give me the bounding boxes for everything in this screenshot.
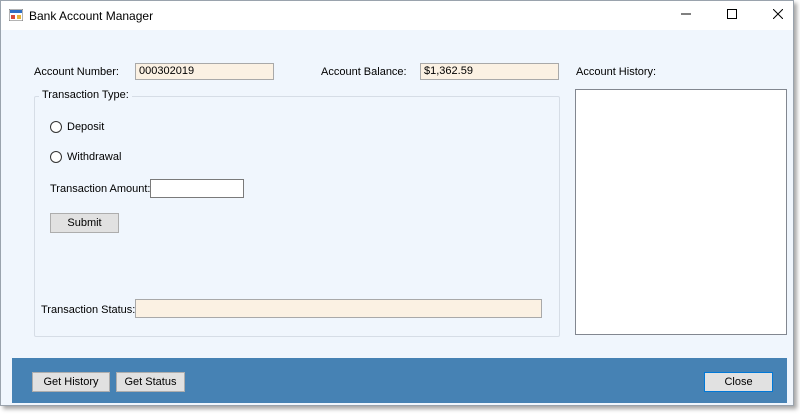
close-icon <box>772 8 784 22</box>
close-button[interactable]: Close <box>704 372 773 392</box>
deposit-label[interactable]: Deposit <box>67 121 104 133</box>
transaction-amount-input[interactable] <box>150 179 244 198</box>
account-balance-label: Account Balance: <box>321 66 407 78</box>
withdrawal-radio[interactable] <box>50 151 62 163</box>
get-history-button[interactable]: Get History <box>32 372 110 392</box>
app-icon <box>8 8 24 22</box>
close-window-button[interactable] <box>755 1 800 30</box>
transaction-status-field[interactable] <box>135 299 542 318</box>
account-balance-field[interactable]: $1,362.59 <box>420 63 559 80</box>
account-number-field[interactable]: 000302019 <box>135 63 274 80</box>
main-window: Bank Account Manager Account Number: 000… <box>0 0 794 406</box>
deposit-radio[interactable] <box>50 121 62 133</box>
withdrawal-label[interactable]: Withdrawal <box>67 151 121 163</box>
window-title: Bank Account Manager <box>29 9 154 23</box>
title-bar[interactable]: Bank Account Manager <box>1 1 793 30</box>
transaction-type-title: Transaction Type: <box>39 89 132 101</box>
account-number-label: Account Number: <box>34 66 119 78</box>
submit-button[interactable]: Submit <box>50 213 119 233</box>
minimize-icon <box>681 9 691 22</box>
account-history-list[interactable] <box>575 89 787 335</box>
maximize-button[interactable] <box>709 1 755 30</box>
get-status-button[interactable]: Get Status <box>116 372 185 392</box>
minimize-button[interactable] <box>663 1 709 30</box>
transaction-amount-label: Transaction Amount: <box>50 183 151 195</box>
footer-bar: Get History Get Status Close <box>12 358 787 403</box>
transaction-status-label: Transaction Status: <box>41 304 136 316</box>
maximize-icon <box>727 9 737 22</box>
account-history-label: Account History: <box>576 66 657 78</box>
